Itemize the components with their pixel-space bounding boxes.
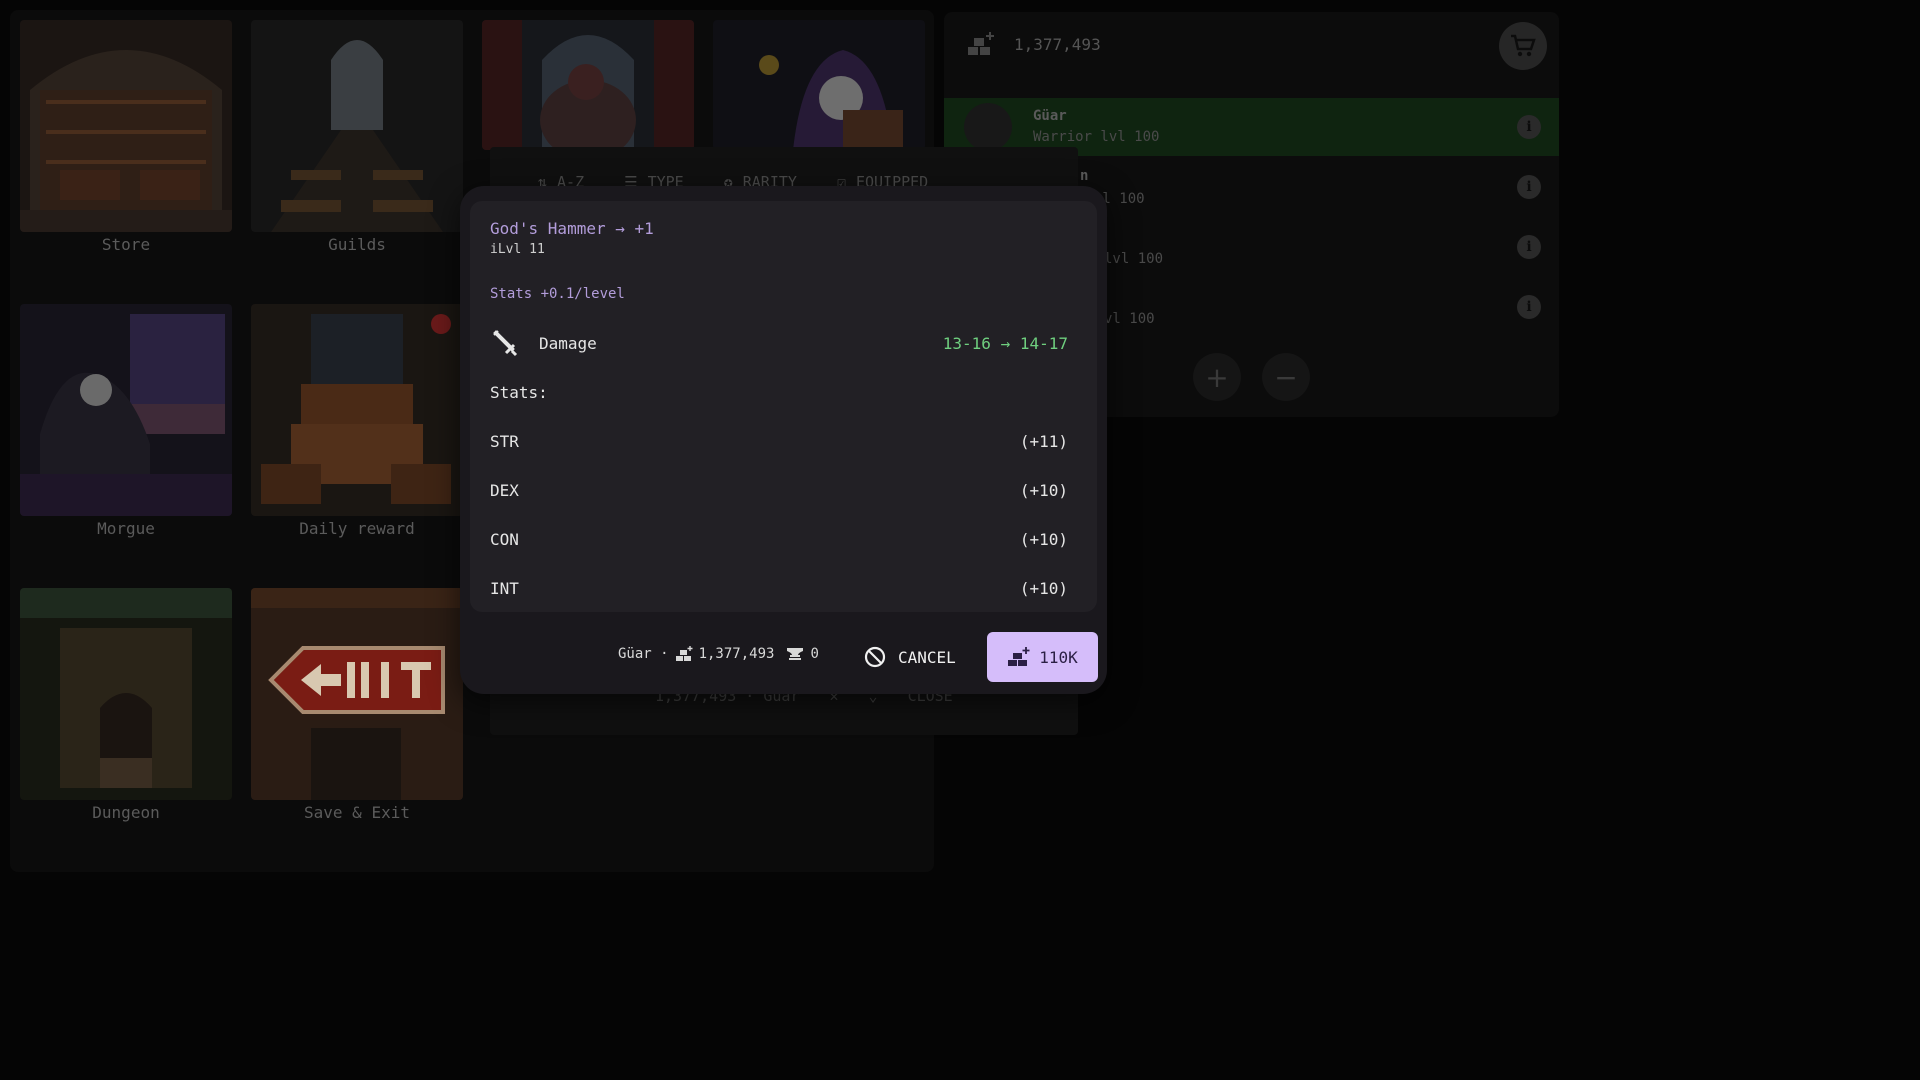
upgrade-dialog-footer: Güar · 1,377,493 0 CANCEL 110K (460, 632, 1107, 682)
info-icon[interactable]: i (1517, 115, 1541, 139)
stat-value: (+11) (1019, 432, 1068, 451)
item-title: God's Hammer → +1 (490, 219, 654, 238)
anvil-icon (787, 648, 804, 660)
stat-name: STR (490, 432, 519, 451)
morgue-tile[interactable] (20, 304, 232, 516)
morgue-label: Morgue (97, 519, 155, 538)
daily-reward-label: Daily reward (299, 519, 415, 538)
hero-class: lvl 100 (1104, 251, 1164, 267)
gold-amount: 1,377,493 (698, 646, 775, 662)
store-tile[interactable] (20, 20, 232, 232)
info-icon[interactable]: i (1517, 235, 1541, 259)
stat-name: INT (490, 579, 519, 598)
hero-class: vl 100 (1104, 311, 1155, 327)
cancel-icon (864, 646, 886, 668)
guilds-tile[interactable] (251, 20, 463, 232)
gold-bars-icon (968, 32, 994, 55)
add-hero-button[interactable]: + (1193, 353, 1241, 401)
cancel-button[interactable]: CANCEL (860, 636, 960, 678)
stat-name: DEX (490, 481, 519, 500)
store-art (20, 20, 232, 232)
shop-tile[interactable] (713, 20, 925, 150)
upgrade-dialog: God's Hammer → +1 iLvl 11 Stats +0.1/lev… (460, 186, 1107, 694)
daily-reward-art (251, 304, 463, 516)
damage-label: Damage (539, 334, 597, 353)
save-exit-tile[interactable] (251, 588, 463, 800)
info-icon[interactable]: i (1517, 175, 1541, 199)
morgue-art (20, 304, 232, 516)
hero-name: n (1080, 168, 1089, 184)
store-label: Store (101, 235, 151, 254)
hero-class: Warrior lvl 100 (1033, 129, 1160, 145)
hero-name: Güar (1033, 108, 1067, 124)
upgrade-price: 110K (1039, 647, 1078, 667)
stat-name: CON (490, 530, 519, 549)
gold-bars-icon (675, 646, 693, 661)
anvil-count: 0 (810, 646, 819, 662)
cart-button[interactable] (1499, 22, 1547, 70)
save-exit-label: Save & Exit (304, 803, 410, 822)
stats-scaling: Stats +0.1/level (490, 286, 625, 302)
avatar (964, 103, 1012, 151)
upgrade-buy-button[interactable]: 110K (987, 632, 1098, 682)
gold-bars-icon (1008, 647, 1030, 666)
arena-tile[interactable] (482, 20, 694, 150)
stat-row: DEX (+10) (490, 481, 1068, 505)
sword-icon (493, 330, 518, 357)
wallet-summary: Güar · 1,377,493 0 (618, 646, 819, 662)
skeleton-art (713, 20, 925, 150)
roster-gold-amount: 1,377,493 (1014, 34, 1101, 54)
stats-heading: Stats: (490, 383, 548, 402)
roster-gold: 1,377,493 (944, 12, 1559, 76)
damage-row: Damage 13-16 → 14-17 (490, 329, 1068, 359)
info-icon[interactable]: i (1517, 295, 1541, 319)
stat-row: INT (+10) (490, 579, 1068, 603)
stat-value: (+10) (1019, 530, 1068, 549)
upgrade-dialog-body: God's Hammer → +1 iLvl 11 Stats +0.1/lev… (470, 201, 1097, 612)
daily-reward-tile[interactable] (251, 304, 463, 516)
damage-value: 13-16 → 14-17 (942, 334, 1068, 353)
guilds-label: Guilds (328, 235, 386, 254)
cart-icon (1511, 34, 1536, 57)
dungeon-art (20, 588, 232, 800)
dungeon-tile[interactable] (20, 588, 232, 800)
stat-row: STR (+11) (490, 432, 1068, 456)
stat-row: CON (+10) (490, 530, 1068, 554)
cancel-label: CANCEL (898, 647, 956, 667)
item-level: iLvl 11 (490, 242, 545, 257)
stat-value: (+10) (1019, 579, 1068, 598)
stat-value: (+10) (1019, 481, 1068, 500)
remove-hero-button[interactable]: − (1262, 353, 1310, 401)
hero-name: Güar · (618, 646, 669, 662)
guilds-art (251, 20, 463, 232)
minotaur-art (482, 20, 694, 150)
dungeon-label: Dungeon (92, 803, 160, 822)
exit-sign-art (251, 588, 463, 800)
